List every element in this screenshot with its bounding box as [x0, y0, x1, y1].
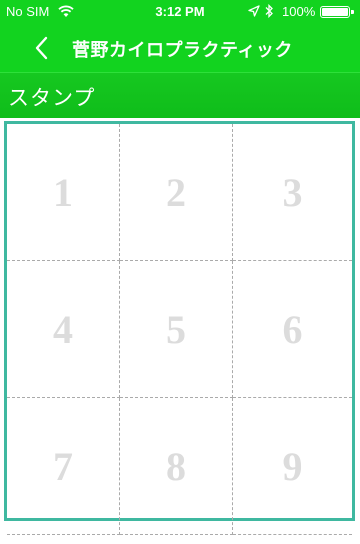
battery-icon	[320, 6, 354, 18]
stamp-number: 6	[282, 306, 303, 352]
stamp-number: 2	[166, 169, 186, 215]
section-header: スタンプ	[0, 72, 360, 118]
page-title: 菅野カイロプラクティック	[72, 40, 293, 60]
location-arrow-icon	[248, 5, 260, 17]
stamp-number: 8	[166, 443, 186, 489]
battery-tip	[351, 10, 354, 14]
stamp-number: 7	[53, 443, 73, 489]
stamp-grid: 1 2 3 4 5 6 7 8 9	[7, 124, 352, 544]
stamp-slot: 4	[7, 261, 120, 398]
stamp-card: 1 2 3 4 5 6 7 8 9	[4, 121, 355, 535]
bluetooth-icon	[265, 4, 273, 18]
chevron-left-icon[interactable]	[30, 34, 54, 62]
nav-bar: 菅野カイロプラクティック	[0, 24, 360, 72]
stamp-slot: 2	[120, 124, 233, 261]
battery-percent: 100%	[282, 4, 316, 19]
battery-fill	[322, 8, 348, 16]
stamp-number: 5	[166, 306, 186, 352]
stamp-slot: 9	[233, 398, 352, 535]
stamp-slot: 3	[233, 124, 352, 261]
stamp-slot: 6	[233, 261, 352, 398]
section-title: スタンプ	[8, 87, 96, 110]
stamp-slot: 8	[120, 398, 233, 535]
header: No SIM 3:12 PM 100% 菅野カイロプラクティック	[0, 0, 360, 72]
stamp-slot: 5	[120, 261, 233, 398]
stamp-number: 3	[282, 169, 303, 215]
stamp-number: 1	[53, 169, 73, 215]
stamp-slot: 1	[7, 124, 120, 261]
stamp-slot: 7	[7, 398, 120, 535]
status-bar: No SIM 3:12 PM 100%	[0, 0, 360, 24]
stamp-number: 9	[282, 443, 303, 489]
stamp-number: 4	[53, 306, 73, 352]
